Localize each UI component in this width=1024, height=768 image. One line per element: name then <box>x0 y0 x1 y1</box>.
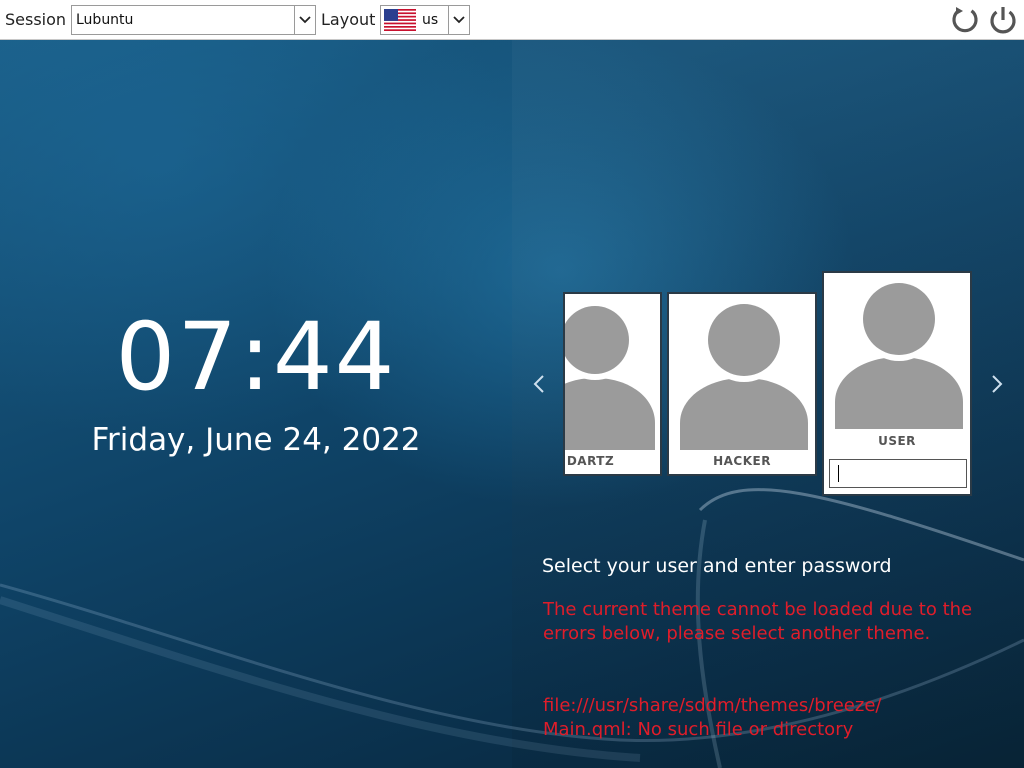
user-name: USER <box>878 434 916 448</box>
reboot-icon[interactable] <box>949 4 981 36</box>
top-bar: Session Lubuntu Layout us <box>0 0 1024 40</box>
user-name: DARTZ <box>566 454 615 468</box>
clock-time: 07:44 <box>115 303 397 412</box>
password-input[interactable] <box>829 459 967 488</box>
login-prompt: Select your user and enter password <box>542 555 892 577</box>
theme-error-message: The current theme cannot be loaded due t… <box>543 599 973 644</box>
chevron-down-icon[interactable] <box>448 6 469 34</box>
chevron-left-icon[interactable] <box>530 373 548 395</box>
layout-select[interactable]: us <box>380 5 470 35</box>
avatar <box>835 277 963 429</box>
chevron-right-icon[interactable] <box>988 373 1006 395</box>
session-label: Session <box>5 10 67 29</box>
avatar <box>565 300 655 450</box>
theme-error-path: file:///usr/share/sddm/themes/breeze/ Ma… <box>543 695 882 740</box>
user-card[interactable]: DARTZ <box>563 292 662 476</box>
chevron-down-icon[interactable] <box>294 6 315 34</box>
us-flag-icon <box>384 9 416 31</box>
clock-date: Friday, June 24, 2022 <box>91 422 421 458</box>
session-select[interactable]: Lubuntu <box>71 5 316 35</box>
text-caret <box>838 465 839 482</box>
avatar <box>680 298 808 450</box>
session-value: Lubuntu <box>76 12 134 28</box>
power-icon[interactable] <box>987 4 1019 36</box>
layout-value: us <box>422 12 439 28</box>
user-card-selected[interactable]: USER <box>822 271 972 496</box>
user-name: HACKER <box>713 454 771 468</box>
layout-label: Layout <box>321 10 376 29</box>
user-card[interactable]: HACKER <box>667 292 817 476</box>
